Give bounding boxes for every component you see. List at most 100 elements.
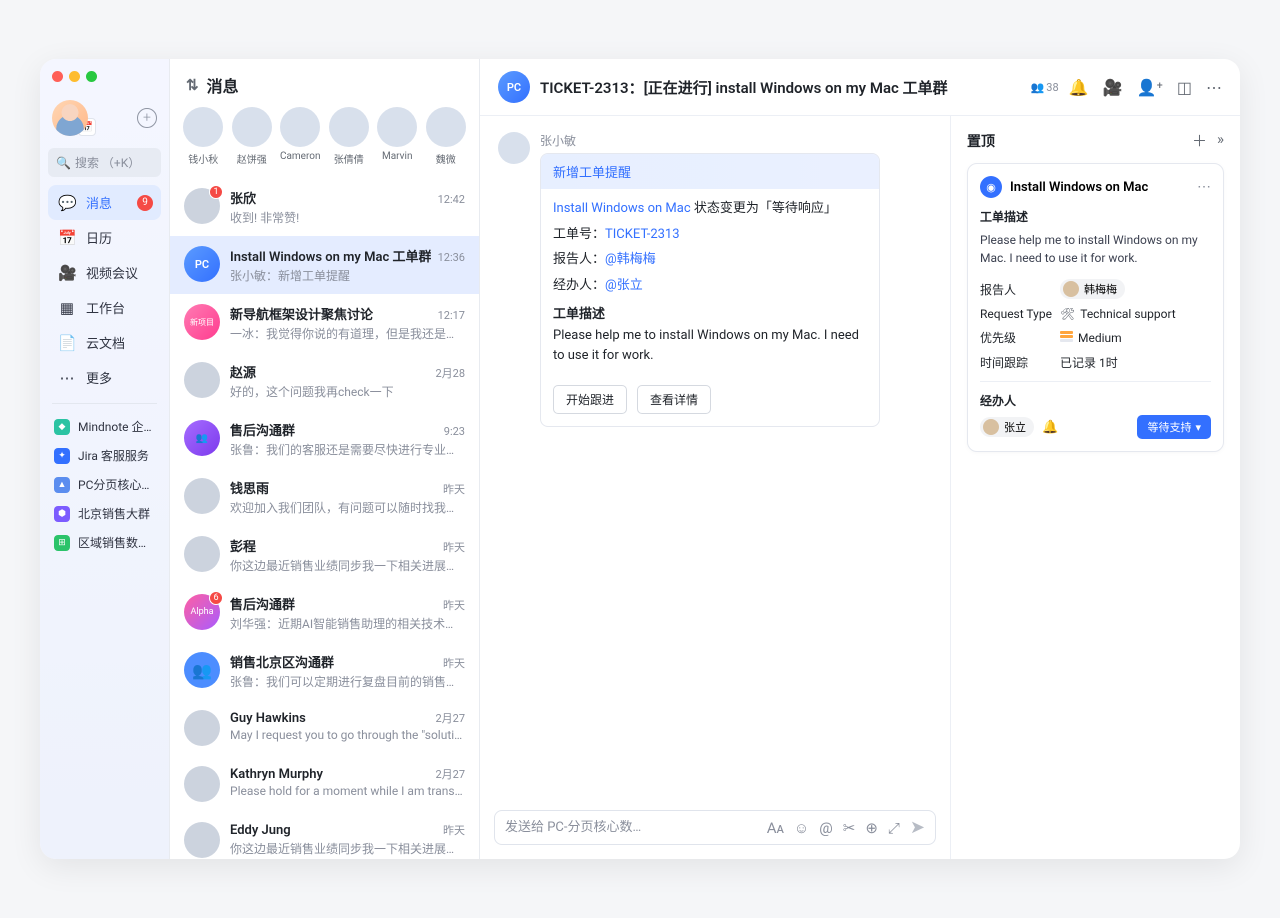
video-call-icon[interactable]: 🎥 bbox=[1103, 78, 1123, 97]
conv-avatar: Alpha6 bbox=[184, 594, 220, 630]
right-panel: 置顶 ＋ » ◉ Install Windows on Mac ⋯ 工单描述 P… bbox=[950, 116, 1240, 859]
conv-title: 售后沟通群 bbox=[230, 594, 295, 613]
conv-avatar bbox=[184, 362, 220, 398]
ticket-link[interactable]: Install Windows on Mac bbox=[553, 201, 691, 216]
conversation-item[interactable]: 1 张欣12:42 收到! 非常赞! bbox=[170, 178, 479, 236]
message: 张小敏 新增工单提醒 Install Windows on Mac 状态变更为「… bbox=[498, 132, 932, 427]
conversation-item[interactable]: PC Install Windows on my Mac 工单群12:36 张小… bbox=[170, 236, 479, 294]
conv-time: 9:23 bbox=[444, 425, 465, 438]
story[interactable]: 张倩倩 bbox=[328, 107, 371, 166]
app-icon: ▲ bbox=[54, 477, 70, 493]
conv-time: 12:36 bbox=[438, 251, 465, 264]
app-item[interactable]: ▲PC分页核心… bbox=[48, 470, 161, 499]
add-icon[interactable]: ⊕ bbox=[865, 819, 878, 837]
reporter-mention[interactable]: @韩梅梅 bbox=[605, 252, 656, 267]
user-avatar[interactable] bbox=[52, 100, 88, 136]
ticket-title[interactable]: Install Windows on Mac bbox=[1010, 180, 1189, 195]
story[interactable]: Marvin bbox=[376, 107, 419, 166]
send-button[interactable]: ➤ bbox=[910, 817, 925, 838]
app-item[interactable]: ◆Mindnote 企… bbox=[48, 412, 161, 441]
assignee-chip[interactable]: 张立 bbox=[980, 417, 1034, 437]
story-avatar bbox=[232, 107, 272, 147]
nav-docs[interactable]: 📄 云文档 bbox=[48, 325, 161, 360]
notify-icon[interactable]: 🔔 bbox=[1042, 420, 1058, 435]
story[interactable]: 赵饼强 bbox=[231, 107, 274, 166]
nav-messages[interactable]: 💬 消息 9 bbox=[48, 185, 161, 220]
conversation-item[interactable]: 新项目 新导航框架设计聚焦讨论12:17 一冰：我觉得你说的有道理，但是我还是坚… bbox=[170, 294, 479, 352]
sender-avatar[interactable] bbox=[498, 132, 530, 164]
conv-preview: 收到! 非常赞! bbox=[230, 209, 465, 226]
chat-area: PC TICKET-2313：[正在进行] install Windows on… bbox=[480, 59, 1240, 859]
conversation-item[interactable]: 钱思雨昨天 欢迎加入我们团队，有问题可以随时找我… bbox=[170, 468, 479, 526]
story-avatar bbox=[329, 107, 369, 147]
member-count[interactable]: 👥 38 bbox=[1031, 81, 1059, 94]
conv-avatar bbox=[184, 536, 220, 572]
ticket-id[interactable]: TICKET-2313 bbox=[605, 227, 680, 242]
expand-icon[interactable]: ⤢ bbox=[888, 819, 900, 837]
nav-workspace[interactable]: ▦ 工作台 bbox=[48, 290, 161, 325]
panel-icon[interactable]: ◫ bbox=[1177, 78, 1192, 97]
conv-title: 彭程 bbox=[230, 536, 256, 555]
conversation-item[interactable]: Alpha6 售后沟通群昨天 刘华强：近期AI智能销售助理的相关技术谁有… bbox=[170, 584, 479, 642]
view-details-button[interactable]: 查看详情 bbox=[637, 385, 711, 414]
window-controls[interactable] bbox=[48, 71, 161, 82]
ticket-icon: ◉ bbox=[980, 176, 1002, 198]
nav-video[interactable]: 🎥 视频会议 bbox=[48, 255, 161, 290]
conv-title: Guy Hawkins bbox=[230, 711, 306, 726]
story[interactable]: 魏微 bbox=[425, 107, 468, 166]
conversation-item[interactable]: 彭程昨天 你这边最近销售业绩同步我一下相关进展… bbox=[170, 526, 479, 584]
app-item[interactable]: ✦Jira 客服服务 bbox=[48, 441, 161, 470]
add-pin-icon[interactable]: ＋ bbox=[1192, 130, 1207, 151]
conv-avatar bbox=[184, 766, 220, 802]
card-title: 新增工单提醒 bbox=[541, 154, 879, 189]
conversation-item[interactable]: Eddy Jung昨天 你这边最近销售业绩同步我一下相关进展… bbox=[170, 812, 479, 859]
conv-title: Kathryn Murphy bbox=[230, 767, 323, 782]
search-input[interactable]: 🔍 搜索 （+K） bbox=[48, 148, 161, 177]
left-nav: 📅 + 🔍 搜索 （+K） 💬 消息 9 📅 日历 🎥 视频会议 ▦ 工作台 📄… bbox=[40, 59, 170, 859]
app-item[interactable]: ⊞区域销售数… bbox=[48, 528, 161, 557]
filter-icon[interactable]: ⇅ bbox=[186, 76, 199, 94]
conversation-item[interactable]: Kathryn Murphy2月27 Please hold for a mom… bbox=[170, 756, 479, 812]
conv-title: 赵源 bbox=[230, 362, 256, 381]
conv-preview: 刘华强：近期AI智能销售助理的相关技术谁有… bbox=[230, 615, 465, 632]
format-icon[interactable]: Aᴀ bbox=[767, 819, 784, 837]
ticket-more-icon[interactable]: ⋯ bbox=[1197, 179, 1211, 195]
ticket-card: 新增工单提醒 Install Windows on Mac 状态变更为「等待响应… bbox=[540, 153, 880, 427]
conv-avatar: PC bbox=[184, 246, 220, 282]
pinned-ticket: ◉ Install Windows on Mac ⋯ 工单描述 Please h… bbox=[967, 163, 1224, 452]
bell-icon[interactable]: 🔔 bbox=[1069, 78, 1089, 97]
message-input[interactable] bbox=[505, 820, 757, 835]
snip-icon[interactable]: ✂ bbox=[843, 819, 856, 837]
conversation-item[interactable]: Guy Hawkins2月27 May I request you to go … bbox=[170, 700, 479, 756]
handler-mention[interactable]: @张立 bbox=[605, 278, 643, 293]
nav-calendar[interactable]: 📅 日历 bbox=[48, 220, 161, 255]
conv-title: 售后沟通群 bbox=[230, 420, 295, 439]
story[interactable]: 钱小秋 bbox=[182, 107, 225, 166]
conv-time: 12:17 bbox=[438, 309, 465, 322]
emoji-icon[interactable]: ☺ bbox=[794, 819, 809, 837]
conversation-item[interactable]: 👥 售后沟通群9:23 张鲁：我们的客服还是需要尽快进行专业培训… bbox=[170, 410, 479, 468]
app-icon: ◆ bbox=[54, 419, 70, 435]
nav-more[interactable]: ⋯ 更多 bbox=[48, 360, 161, 395]
story-avatar bbox=[280, 107, 320, 147]
collapse-panel-icon[interactable]: » bbox=[1217, 130, 1224, 151]
conv-time: 昨天 bbox=[443, 481, 465, 497]
grid-icon: ▦ bbox=[58, 299, 76, 317]
add-button[interactable]: + bbox=[137, 108, 157, 128]
conversation-item[interactable]: 赵源2月28 好的，这个问题我再check一下 bbox=[170, 352, 479, 410]
app-item[interactable]: ⬢北京销售大群 bbox=[48, 499, 161, 528]
conv-time: 2月28 bbox=[435, 365, 465, 381]
conversation-item[interactable]: 👥 销售北京区沟通群昨天 张鲁：我们可以定期进行复盘目前的销售进展… bbox=[170, 642, 479, 700]
mention-icon[interactable]: @ bbox=[819, 819, 832, 837]
search-icon: 🔍 bbox=[56, 156, 71, 170]
conversation-list: ⇅ 消息 钱小秋赵饼强Cameron张倩倩Marvin魏微 1 张欣12:42 … bbox=[170, 59, 480, 859]
start-follow-button[interactable]: 开始跟进 bbox=[553, 385, 627, 414]
story[interactable]: Cameron bbox=[279, 107, 322, 166]
more-icon[interactable]: ⋯ bbox=[1206, 78, 1222, 97]
conv-avatar: 👥 bbox=[184, 652, 220, 688]
reporter-chip[interactable]: 韩梅梅 bbox=[1060, 279, 1125, 299]
add-member-icon[interactable]: 👤⁺ bbox=[1137, 78, 1163, 97]
more-icon: ⋯ bbox=[58, 369, 76, 387]
conv-avatar bbox=[184, 822, 220, 858]
status-dropdown[interactable]: 等待支持 ▾ bbox=[1137, 415, 1211, 439]
